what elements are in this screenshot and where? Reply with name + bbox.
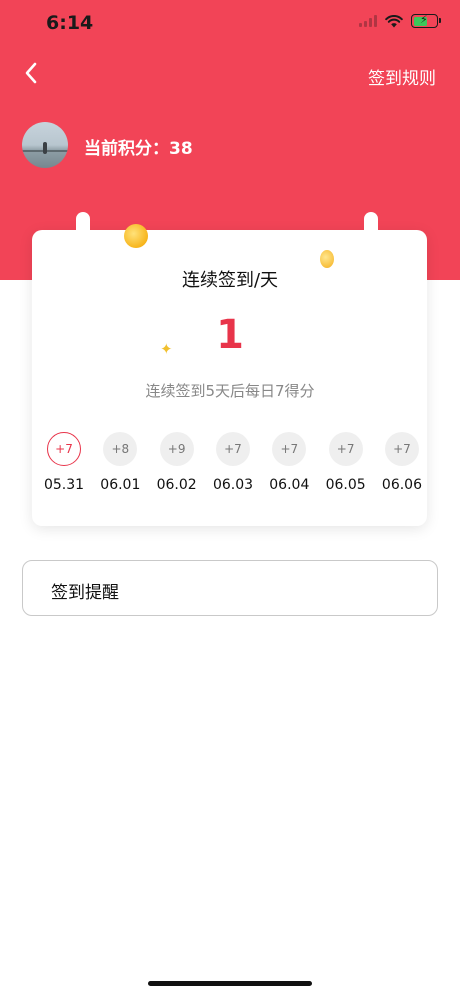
day-date: 06.04: [269, 477, 310, 493]
day-item[interactable]: +7 05.31: [40, 432, 88, 493]
day-item[interactable]: +7 06.06: [378, 432, 426, 493]
day-points-badge: +7: [384, 432, 419, 466]
day-item[interactable]: +7 06.03: [209, 432, 257, 493]
cellular-signal-icon: [359, 15, 377, 27]
coin-icon: [124, 224, 148, 248]
reminder-label: 签到提醒: [51, 583, 119, 603]
day-item[interactable]: +9 06.02: [153, 432, 201, 493]
day-points-badge: +9: [159, 432, 194, 466]
status-icons: ⚡: [359, 13, 441, 28]
day-points-badge: +7: [328, 432, 363, 466]
day-date: 05.31: [43, 477, 85, 493]
day-date: 06.01: [100, 477, 141, 493]
day-points-badge: +7: [215, 432, 250, 466]
calendar-ring-left: [76, 212, 90, 238]
avatar: [22, 122, 68, 168]
battery-charging-icon: ⚡: [411, 13, 441, 28]
card-title: 连续签到/天: [181, 270, 279, 291]
streak-count: 1: [216, 312, 244, 358]
sign-in-rules-link[interactable]: 签到规则: [368, 64, 436, 89]
day-item[interactable]: +7 06.04: [265, 432, 313, 493]
day-list: +7 05.31 +8 06.01 +9 06.02 +7 06.03 +7 0…: [40, 432, 426, 493]
back-button[interactable]: [18, 58, 46, 88]
day-points-badge: +8: [103, 432, 138, 466]
day-date: 06.06: [381, 477, 423, 493]
home-indicator[interactable]: [148, 981, 312, 986]
day-points-badge: +7: [272, 432, 307, 466]
day-date: 06.03: [212, 477, 254, 493]
chevron-left-icon: [25, 62, 37, 84]
sign-in-reminder-button[interactable]: 签到提醒: [22, 560, 438, 616]
day-item[interactable]: +8 06.01: [96, 432, 144, 493]
day-item[interactable]: +7 06.05: [322, 432, 370, 493]
day-date: 06.05: [325, 477, 366, 493]
current-points: 当前积分：38: [84, 139, 193, 159]
day-date: 06.02: [156, 477, 197, 493]
streak-note: 连续签到5天后每日7得分: [145, 382, 315, 400]
status-time: 6:14: [46, 12, 94, 34]
calendar-ring-right: [364, 212, 378, 238]
day-points-badge: +7: [47, 432, 81, 466]
wifi-icon: [385, 14, 403, 28]
